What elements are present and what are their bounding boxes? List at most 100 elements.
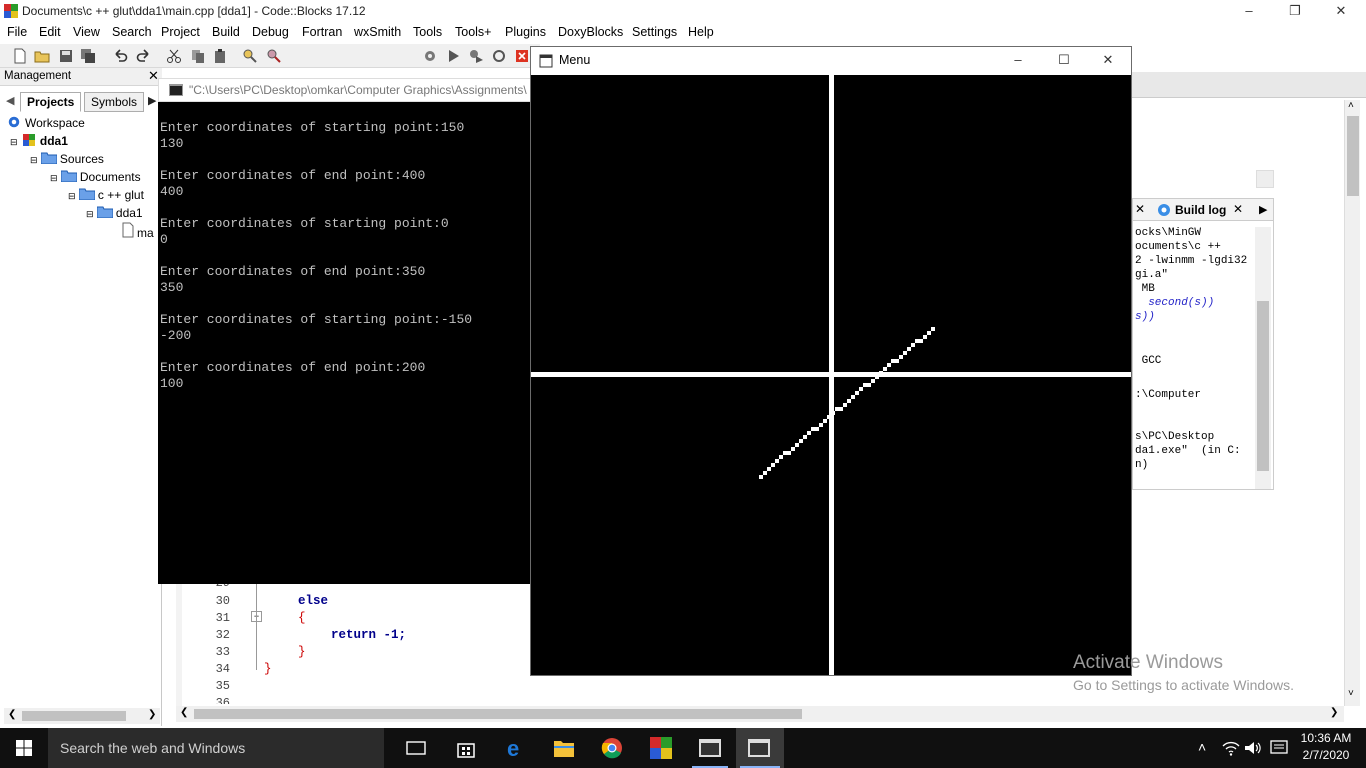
copy-icon[interactable] (190, 48, 206, 64)
menu-file[interactable]: File (7, 25, 27, 39)
log-line: MB (1135, 283, 1155, 295)
line-pixel (851, 395, 855, 399)
line-pixel (927, 331, 931, 335)
scroll-up-icon[interactable]: ˄ (1348, 100, 1354, 111)
build-log-vscrollbar[interactable] (1255, 227, 1271, 489)
notifications-icon[interactable] (1270, 740, 1288, 756)
tree-main-file[interactable]: ma (122, 222, 154, 240)
scroll-thumb[interactable] (1347, 116, 1359, 196)
close-button[interactable]: ✕ (1318, 0, 1364, 22)
rebuild-icon[interactable] (491, 48, 507, 64)
scroll-right-icon[interactable]: ❯ (1330, 707, 1338, 718)
glut-canvas[interactable] (531, 75, 1131, 675)
taskbar-search-box[interactable]: Search the web and Windows (48, 728, 384, 768)
menu-debug[interactable]: Debug (252, 25, 289, 39)
edge-browser-icon[interactable]: e (504, 737, 526, 759)
line-pixel (931, 327, 935, 331)
tree-documents[interactable]: ⊟ Documents (50, 168, 141, 186)
tree-label: Sources (59, 152, 104, 166)
editor-vscrollbar[interactable]: ˄ ˅ (1344, 100, 1360, 706)
minimize-button[interactable]: – (1226, 0, 1272, 22)
menu-doxyblocks[interactable]: DoxyBlocks (558, 25, 623, 39)
scroll-right-icon[interactable]: ❯ (148, 709, 156, 720)
menu-search[interactable]: Search (112, 25, 152, 39)
build-and-run-icon[interactable] (468, 48, 484, 64)
clock-time[interactable]: 10:36 AM (1300, 731, 1352, 745)
abort-icon[interactable] (514, 48, 530, 64)
menu-help[interactable]: Help (688, 25, 714, 39)
menu-edit[interactable]: Edit (39, 25, 61, 39)
restore-button[interactable]: ❐ (1272, 0, 1318, 22)
tree-dda1-folder[interactable]: ⊟ dda1 (86, 204, 143, 222)
svg-text:e: e (507, 737, 519, 759)
close-tab-icon[interactable]: ✕ (1135, 202, 1145, 216)
glut-close-button[interactable]: ✕ (1085, 49, 1131, 73)
log-line-time: second(s)) (1135, 297, 1215, 309)
save-icon[interactable] (58, 48, 74, 64)
scroll-thumb[interactable] (194, 709, 802, 719)
paste-icon[interactable] (212, 48, 228, 64)
tree-workspace[interactable]: Workspace (6, 114, 85, 132)
tree-c-glut[interactable]: ⊟ c ++ glut (68, 186, 144, 204)
tab-scroll-right-icon[interactable]: ▶ (148, 94, 156, 107)
tab-scroll-right-icon[interactable]: ▶ (1259, 203, 1267, 216)
tab-build-log[interactable]: Build log (1175, 203, 1226, 217)
task-view-icon[interactable] (406, 740, 426, 756)
save-all-icon[interactable] (80, 48, 96, 64)
glut-menu-window[interactable]: Menu – ☐ ✕ (530, 46, 1132, 676)
menu-view[interactable]: View (73, 25, 100, 39)
menu-tools-plus[interactable]: Tools+ (455, 25, 491, 39)
scroll-down-icon[interactable]: ˅ (1348, 688, 1354, 699)
panel-pin-button[interactable] (1256, 170, 1274, 188)
menu-wxsmith[interactable]: wxSmith (354, 25, 401, 39)
tab-projects[interactable]: Projects (20, 92, 82, 112)
scroll-thumb[interactable] (1257, 301, 1269, 471)
console-line: 100 (160, 376, 184, 391)
codeblocks-taskbar-icon[interactable] (650, 737, 672, 759)
run-icon[interactable] (445, 48, 461, 64)
scroll-left-icon[interactable]: ❮ (8, 709, 16, 720)
glut-minimize-button[interactable]: – (995, 49, 1041, 73)
editor-hscrollbar[interactable]: ❮ ❯ (176, 706, 1344, 722)
store-icon[interactable] (455, 737, 477, 759)
show-hidden-icons-icon[interactable]: ˄ (1198, 739, 1206, 755)
menu-fortran[interactable]: Fortran (302, 25, 342, 39)
chrome-icon[interactable] (601, 737, 623, 759)
build-gear-icon[interactable] (422, 48, 438, 64)
management-hscrollbar[interactable]: ❮ ❯ (4, 708, 160, 724)
clock-date[interactable]: 2/7/2020 (1300, 748, 1352, 762)
line-pixel (919, 339, 923, 343)
menu-build[interactable]: Build (212, 25, 240, 39)
windows-start-icon[interactable] (16, 740, 32, 756)
menu-settings[interactable]: Settings (632, 25, 677, 39)
glut-maximize-button[interactable]: ☐ (1041, 49, 1087, 73)
line-pixel (827, 415, 831, 419)
line-pixel (895, 359, 899, 363)
cut-icon[interactable] (166, 48, 182, 64)
find-icon[interactable] (242, 48, 258, 64)
menu-project[interactable]: Project (161, 25, 200, 39)
redo-icon[interactable] (136, 48, 152, 64)
file-explorer-icon[interactable] (553, 738, 575, 758)
tab-symbols[interactable]: Symbols (84, 92, 145, 112)
new-file-icon[interactable] (12, 48, 28, 64)
glut-window-taskbar-icon[interactable] (748, 737, 770, 759)
activate-windows-title: Activate Windows (1073, 652, 1223, 673)
tree-sources[interactable]: ⊟ Sources (30, 150, 104, 168)
line-pixel (831, 411, 835, 415)
undo-icon[interactable] (112, 48, 128, 64)
tree-project-dda1[interactable]: ⊟ dda1 (10, 132, 68, 150)
menu-plugins[interactable]: Plugins (505, 25, 546, 39)
console-window[interactable]: "C:\Users\PC\Desktop\omkar\Computer Grap… (158, 78, 538, 584)
replace-icon[interactable] (266, 48, 282, 64)
wifi-icon[interactable] (1222, 740, 1240, 756)
close-build-log-icon[interactable]: ✕ (1233, 202, 1243, 216)
line-pixel (823, 419, 827, 423)
console-taskbar-icon[interactable] (699, 737, 721, 759)
scroll-left-icon[interactable]: ❮ (180, 707, 188, 718)
tab-scroll-left-icon[interactable]: ◀ (6, 94, 14, 107)
scroll-thumb[interactable] (22, 711, 126, 721)
menu-tools[interactable]: Tools (413, 25, 442, 39)
open-folder-icon[interactable] (34, 48, 50, 64)
volume-icon[interactable] (1244, 740, 1262, 756)
